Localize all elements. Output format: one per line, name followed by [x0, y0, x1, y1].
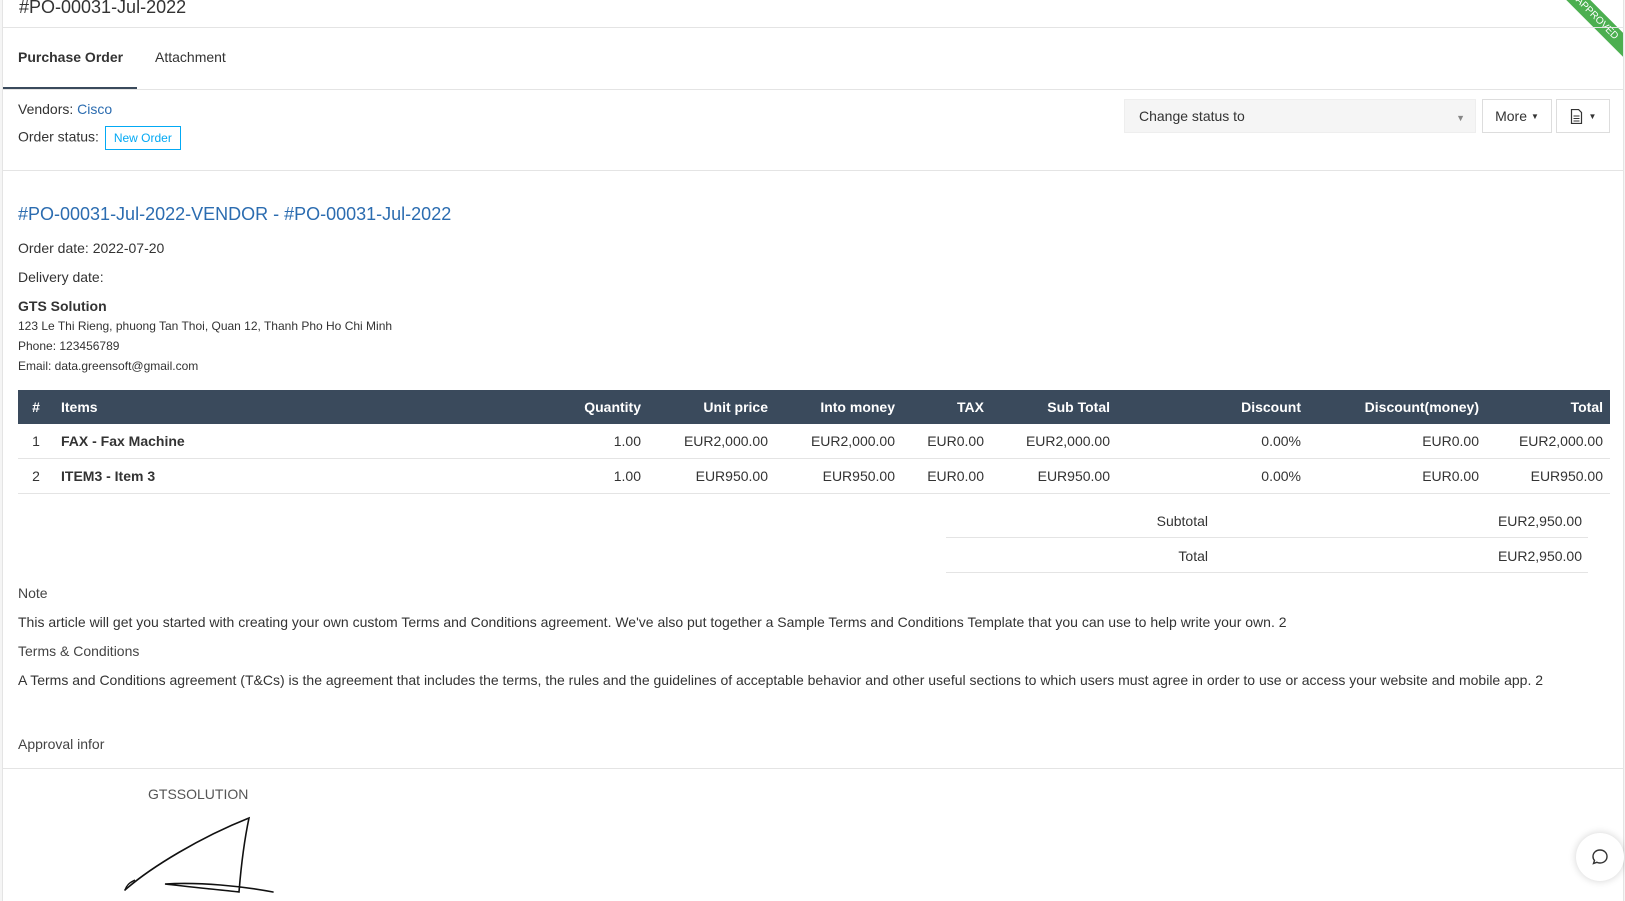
cell-discount: 0.00% [1117, 458, 1308, 494]
table-row: 2 ITEM3 - Item 3 1.00 EUR950.00 EUR950.0… [18, 458, 1610, 494]
col-header-total: Total [1486, 390, 1610, 424]
subtotal-value: EUR2,950.00 [1497, 513, 1582, 529]
po-heading: #PO-00031-Jul-2022-VENDOR - #PO-00031-Ju… [18, 204, 452, 224]
cell-tax: EUR0.00 [902, 424, 991, 459]
page-title: #PO-00031-Jul-2022 [19, 0, 187, 17]
cell-quantity: 1.00 [524, 424, 648, 459]
col-header-discount-money: Discount(money) [1308, 390, 1486, 424]
cell-tax: EUR0.00 [902, 458, 991, 494]
col-header-into-money: Into money [775, 390, 902, 424]
cell-number: 2 [18, 458, 54, 494]
note-text: This article will get you started with c… [18, 614, 1287, 630]
cell-into-money: EUR950.00 [775, 458, 902, 494]
company-address: 123 Le Thi Rieng, phuong Tan Thoi, Quan … [18, 319, 393, 333]
order-status-label: Order status: [18, 128, 99, 145]
cell-unit-price: EUR950.00 [648, 458, 775, 494]
divider [3, 768, 1623, 769]
items-table: # Items Quantity Unit price Into money T… [18, 390, 1610, 494]
col-header-items: Items [54, 390, 524, 424]
change-status-select[interactable]: Change status to ▼ [1124, 99, 1476, 133]
cell-quantity: 1.00 [524, 458, 648, 494]
col-header-quantity: Quantity [524, 390, 648, 424]
col-header-unit-price: Unit price [648, 390, 775, 424]
divider [3, 89, 1623, 90]
chat-bubble-icon [1592, 849, 1608, 865]
company-phone: Phone: 123456789 [18, 339, 120, 353]
subtotal-label: Subtotal [1156, 513, 1208, 529]
delivery-date: Delivery date: [18, 269, 104, 285]
col-header-tax: TAX [902, 390, 991, 424]
signer-name: GTSSOLUTION [148, 786, 249, 802]
tab-attachment[interactable]: Attachment [155, 49, 226, 65]
cell-item: ITEM3 - Item 3 [54, 458, 524, 494]
approved-ribbon-label: APPROVED [1546, 0, 1623, 70]
status-badge: New Order [104, 126, 181, 150]
cell-into-money: EUR2,000.00 [775, 424, 902, 459]
col-header-number: # [18, 390, 54, 424]
cell-sub-total: EUR2,000.00 [991, 424, 1117, 459]
col-header-sub-total: Sub Total [991, 390, 1117, 424]
company-name: GTS Solution [18, 298, 107, 314]
total-value: EUR2,950.00 [1497, 548, 1582, 564]
vendor-link[interactable]: Cisco [77, 101, 112, 117]
more-button-label: More [1495, 108, 1527, 124]
cell-total: EUR950.00 [1486, 458, 1610, 494]
cell-item: FAX - Fax Machine [54, 424, 524, 459]
cell-discount-money: EUR0.00 [1308, 424, 1486, 459]
tab-purchase-order[interactable]: Purchase Order [18, 49, 123, 65]
subtotal-row: Subtotal EUR2,950.00 [946, 503, 1588, 538]
signature-image [124, 816, 274, 893]
chat-button[interactable] [1576, 833, 1624, 881]
divider [3, 170, 1623, 171]
more-button[interactable]: More ▼ [1482, 99, 1552, 133]
caret-down-icon: ▼ [1530, 111, 1539, 121]
cell-total: EUR2,000.00 [1486, 424, 1610, 459]
table-header-row: # Items Quantity Unit price Into money T… [18, 390, 1610, 424]
purchase-order-panel: #PO-00031-Jul-2022 APPROVED Purchase Ord… [2, 0, 1624, 901]
cell-discount: 0.00% [1117, 424, 1308, 459]
caret-down-icon: ▼ [1588, 111, 1597, 121]
vendor-line: Vendors: Cisco [18, 101, 112, 117]
document-icon [1570, 108, 1582, 124]
cell-sub-total: EUR950.00 [991, 458, 1117, 494]
vendor-label: Vendors: [18, 101, 74, 117]
change-status-placeholder: Change status to [1139, 108, 1245, 124]
divider [3, 27, 1623, 28]
cell-number: 1 [18, 424, 54, 459]
col-header-discount: Discount [1117, 390, 1308, 424]
totals-block: Subtotal EUR2,950.00 Total EUR2,950.00 [946, 503, 1588, 573]
chevron-down-icon: ▼ [1456, 113, 1465, 123]
cell-discount-money: EUR0.00 [1308, 458, 1486, 494]
approved-ribbon: APPROVED [1543, 0, 1623, 80]
note-label: Note [18, 585, 48, 601]
company-email: Email: data.greensoft@gmail.com [18, 359, 199, 373]
cell-unit-price: EUR2,000.00 [648, 424, 775, 459]
order-date: Order date: 2022-07-20 [18, 240, 165, 256]
order-status-line: Order status: New Order [18, 126, 181, 150]
terms-label: Terms & Conditions [18, 643, 140, 659]
terms-text: A Terms and Conditions agreement (T&Cs) … [18, 672, 1544, 688]
table-row: 1 FAX - Fax Machine 1.00 EUR2,000.00 EUR… [18, 424, 1610, 459]
total-label: Total [1178, 548, 1208, 564]
approval-label: Approval infor [18, 736, 105, 752]
total-row: Total EUR2,950.00 [946, 538, 1588, 573]
document-export-button[interactable]: ▼ [1556, 99, 1610, 133]
